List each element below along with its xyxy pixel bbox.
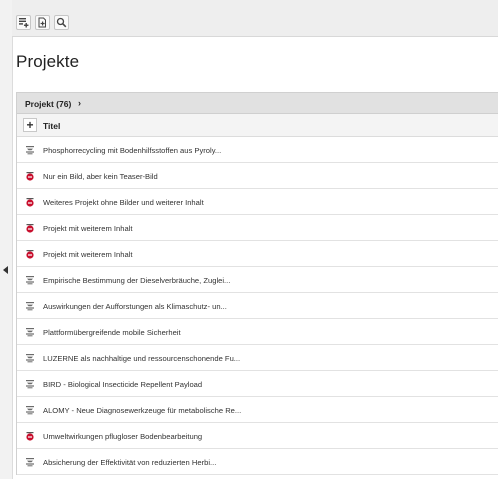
record-icon[interactable] [25,301,35,311]
docheader-toolbar [12,0,498,37]
row-title[interactable]: Weiteres Projekt ohne Bilder und weitere… [43,198,204,207]
hidden-record-icon[interactable] [25,197,35,207]
column-title-label[interactable]: Titel [43,121,60,131]
row-title[interactable]: Projekt mit weiterem Inhalt [43,250,132,259]
row-title[interactable]: Empirische Bestimmung der Dieselverbräuc… [43,276,230,285]
row-title[interactable]: Nur ein Bild, aber kein Teaser-Bild [43,172,158,181]
row-title[interactable]: Auswirkungen der Aufforstungen als Klima… [43,302,227,311]
row-title[interactable]: Plattformübergreifende mobile Sicherheit [43,328,181,337]
table-row[interactable]: Auswirkungen der Aufforstungen als Klima… [17,293,498,319]
table-row[interactable]: ALOMY - Neue Diagnosewerkzeuge für metab… [17,397,498,423]
table-row[interactable]: Plattformübergreifende mobile Sicherheit [17,319,498,345]
collapse-arrow-icon[interactable] [3,266,8,274]
record-icon[interactable] [25,145,35,155]
table-row[interactable]: Projekt mit weiterem Inhalt [17,215,498,241]
row-title[interactable]: Absicherung der Effektivität von reduzie… [43,458,216,467]
row-title[interactable]: LUZERNE als nachhaltige und ressourcensc… [43,354,240,363]
record-icon[interactable] [25,405,35,415]
new-page-icon [38,17,46,28]
record-icon[interactable] [25,353,35,363]
table-row[interactable]: Absicherung der Effektivität von reduzie… [17,449,498,475]
table-row[interactable]: LUZERNE als nachhaltige und ressourcensc… [17,345,498,371]
table-row[interactable]: Nur ein Bild, aber kein Teaser-Bild [17,163,498,189]
row-title[interactable]: ALOMY - Neue Diagnosewerkzeuge für metab… [43,406,241,415]
chevron-right-icon[interactable]: › [78,98,81,108]
search-icon [56,17,67,28]
row-title[interactable]: BIRD - Biological Insecticide Repellent … [43,380,202,389]
new-record-button[interactable] [16,15,31,30]
record-icon[interactable] [25,457,35,467]
column-header-row: + Titel [17,114,498,137]
hidden-record-icon[interactable] [25,431,35,441]
hidden-record-icon[interactable] [25,249,35,259]
table-row[interactable]: Empirische Bestimmung der Dieselverbräuc… [17,267,498,293]
record-icon[interactable] [25,327,35,337]
row-title[interactable]: Phosphorrecycling mit Bodenhilfsstoffen … [43,146,221,155]
left-collapse-rail[interactable] [0,0,13,479]
row-title[interactable]: Projekt mit weiterem Inhalt [43,224,132,233]
record-icon[interactable] [25,275,35,285]
record-list: Projekt (76) › + Titel Phosphorrecycling… [16,92,498,475]
table-row[interactable]: BIRD - Biological Insecticide Repellent … [17,371,498,397]
add-record-button[interactable]: + [23,118,37,132]
new-record-icon [19,18,29,28]
table-header[interactable]: Projekt (76) › [17,93,498,114]
table-row[interactable]: Umweltwirkungen pflugloser Bodenbearbeit… [17,423,498,449]
search-button[interactable] [54,15,69,30]
new-page-button[interactable] [35,15,50,30]
row-title[interactable]: Umweltwirkungen pflugloser Bodenbearbeit… [43,432,202,441]
table-row[interactable]: Phosphorrecycling mit Bodenhilfsstoffen … [17,137,498,163]
page-title: Projekte [16,52,80,71]
table-row[interactable]: Projekt mit weiterem Inhalt [17,241,498,267]
table-header-label[interactable]: Projekt (76) [25,99,71,109]
hidden-record-icon[interactable] [25,171,35,181]
hidden-record-icon[interactable] [25,223,35,233]
table-row[interactable]: Weiteres Projekt ohne Bilder und weitere… [17,189,498,215]
record-icon[interactable] [25,379,35,389]
